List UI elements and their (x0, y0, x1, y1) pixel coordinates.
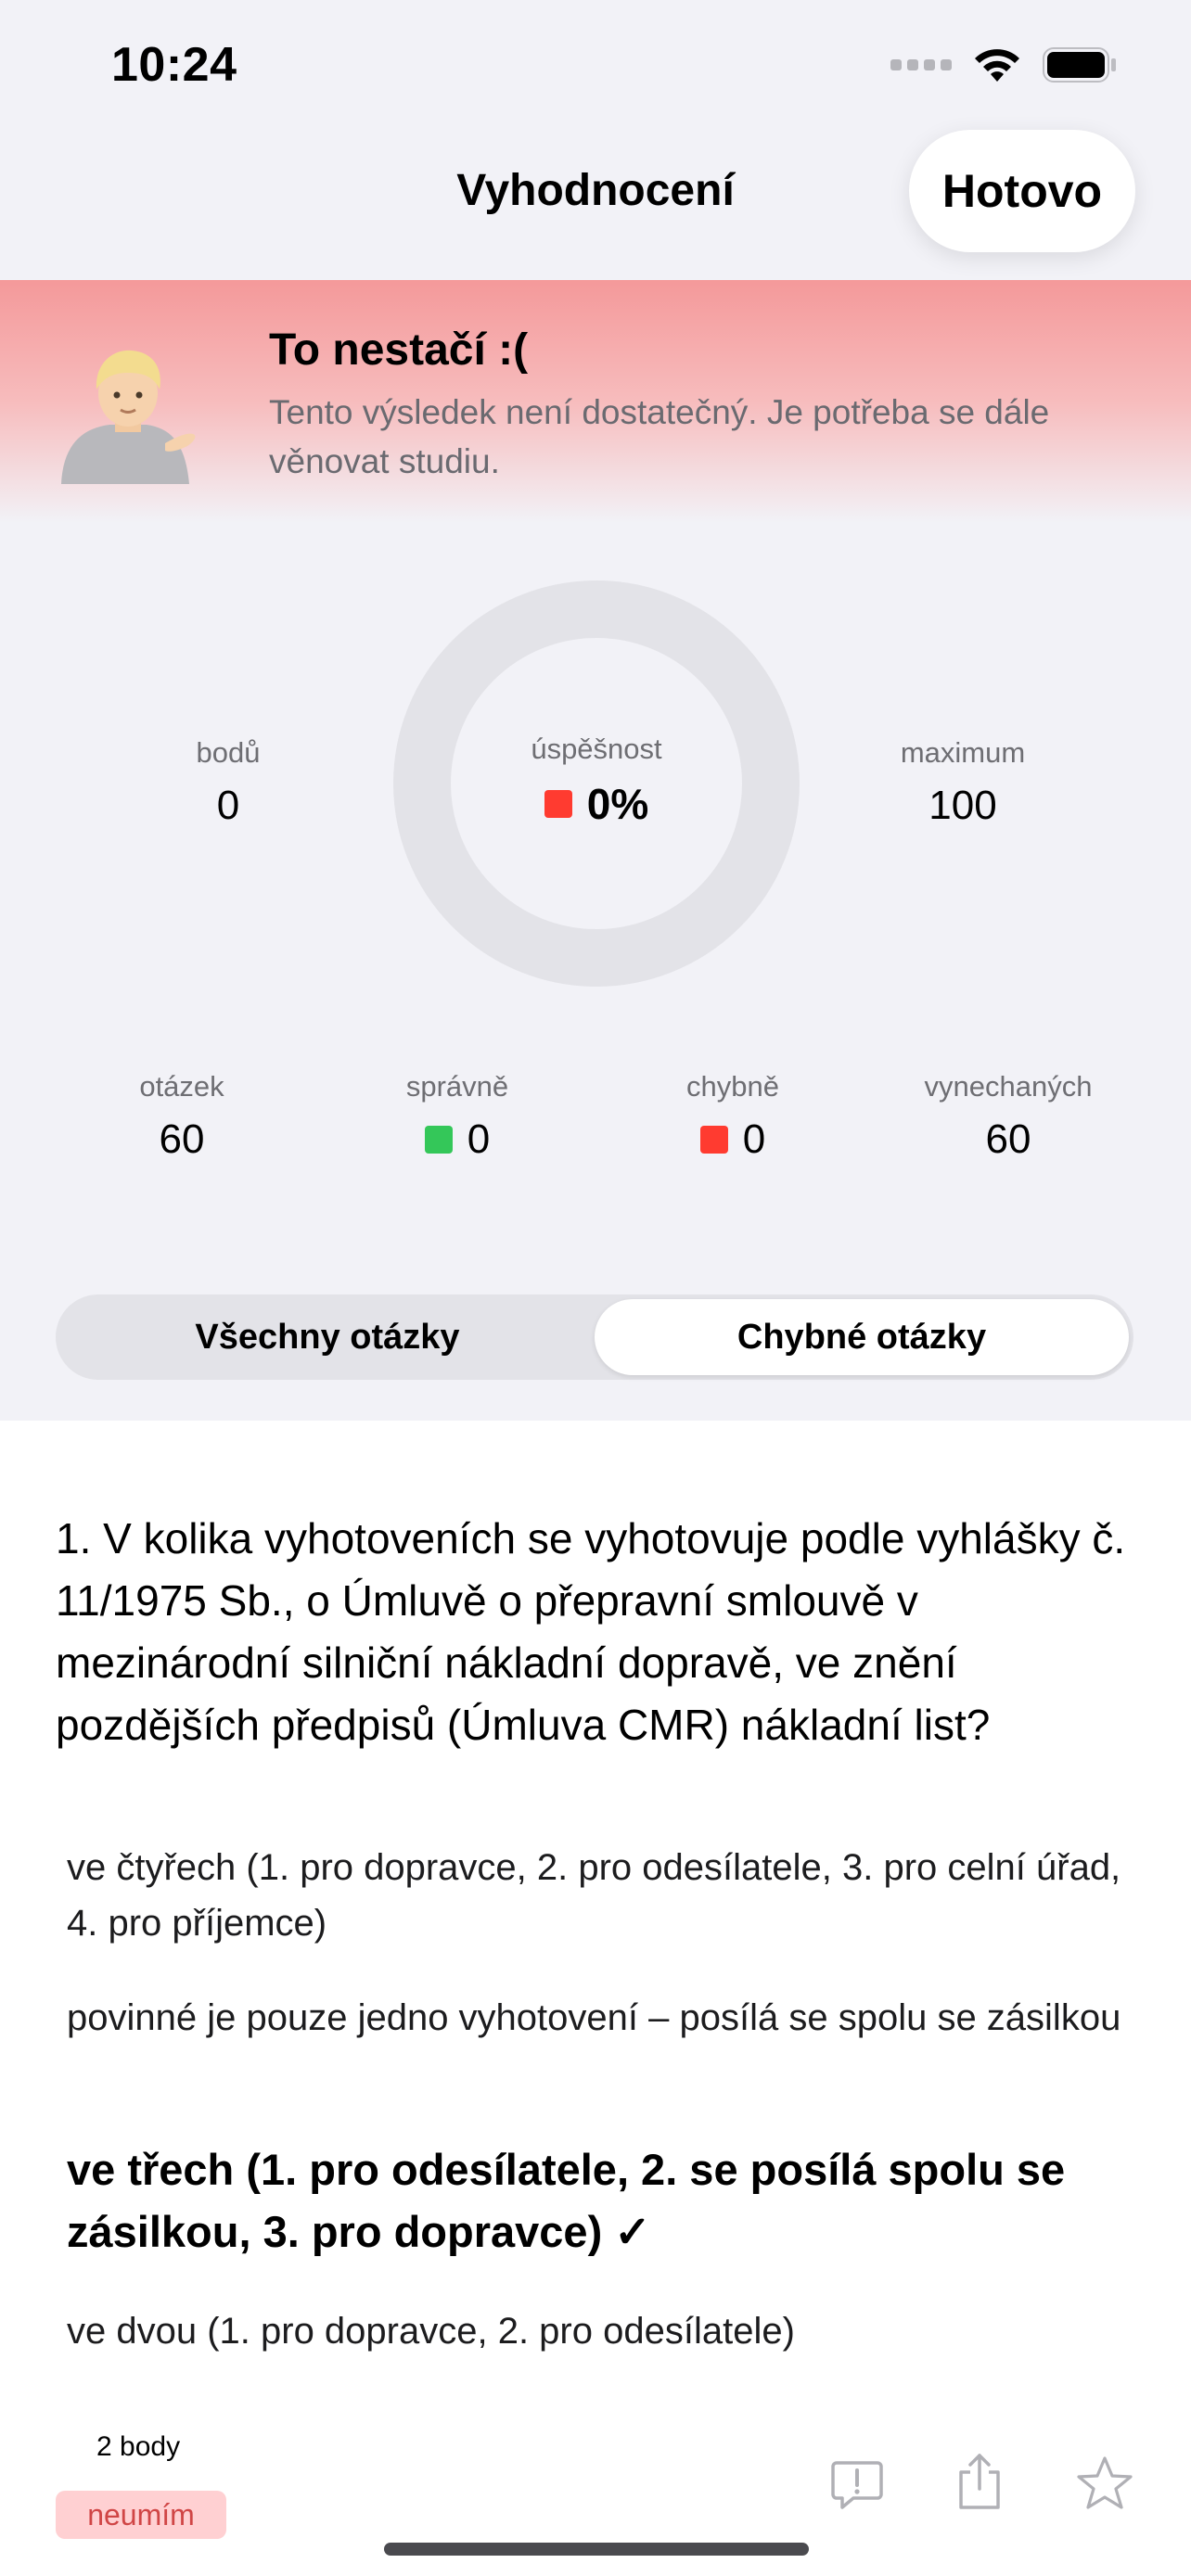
wrong-color-icon (544, 790, 572, 818)
battery-icon (1043, 47, 1117, 83)
max-stat: maximum 100 (861, 736, 1065, 829)
wrong-value-row: 0 (640, 1116, 826, 1163)
tab-all-questions[interactable]: Všechny otázky (60, 1299, 595, 1375)
answer-option: ve čtyřech (1. pro dopravce, 2. pro odes… (67, 1847, 1121, 1944)
result-description: Tento výsledek není dostatečný. Je potře… (269, 393, 1050, 480)
success-value: 0% (586, 780, 649, 828)
person-tipping-hand-icon (54, 336, 202, 484)
star-icon[interactable] (1076, 2455, 1133, 2511)
status-badge[interactable]: neumím (56, 2491, 226, 2539)
correct-label: správně (405, 1070, 509, 1103)
skipped-label: vynechaných (924, 1070, 1093, 1103)
success-value-row: 0% (393, 779, 800, 829)
correct-stat: správně 0 (365, 1070, 550, 1163)
points-stat: bodů 0 (135, 736, 321, 829)
wifi-icon (972, 46, 1022, 83)
questions-label: otázek (139, 1070, 224, 1103)
wrong-label: chybně (686, 1070, 779, 1103)
correct-value-row: 0 (365, 1116, 550, 1163)
wrong-color-icon (699, 1126, 728, 1154)
correct-value: 0 (467, 1116, 491, 1162)
share-icon[interactable] (952, 2452, 1007, 2509)
home-indicator[interactable] (384, 2543, 809, 2556)
skipped-stat: vynechaných 60 (897, 1070, 1120, 1163)
skipped-value: 60 (985, 1116, 1031, 1162)
answer-option-correct: ve třech (1. pro odesílatele, 2. se posí… (67, 2145, 1066, 2256)
max-value: 100 (928, 783, 997, 828)
wrong-value: 0 (742, 1116, 766, 1162)
points-value: 0 (216, 783, 240, 828)
status-time: 10:24 (111, 38, 237, 92)
done-button[interactable]: Hotovo (909, 130, 1135, 252)
wrong-stat: chybně 0 (640, 1070, 826, 1163)
success-label: úspěšnost (531, 733, 662, 765)
points-label: bodů (196, 736, 261, 769)
questions-stat: otázek 60 (89, 1070, 275, 1163)
tab-wrong-questions[interactable]: Chybné otázky (595, 1299, 1129, 1375)
answer-option: ve dvou (1. pro dopravce, 2. pro odesíla… (67, 2311, 795, 2352)
status-icons (890, 46, 1117, 83)
feedback-icon[interactable] (829, 2457, 885, 2513)
questions-value: 60 (159, 1116, 205, 1162)
answer-option: povinné je pouze jedno vyhotovení – posí… (67, 1997, 1121, 2038)
result-title: To nestačí :( (269, 325, 529, 375)
signal-icon (890, 59, 952, 70)
max-label: maximum (900, 736, 1026, 769)
success-stat: úspěšnost 0% (393, 733, 800, 829)
question-points: 2 body (96, 2431, 181, 2462)
question-text: 1. V kolika vyhotoveních se vyhotovuje p… (56, 1514, 1126, 1749)
question-filter: Všechny otázky Chybné otázky (56, 1294, 1133, 1380)
correct-color-icon (424, 1126, 453, 1154)
